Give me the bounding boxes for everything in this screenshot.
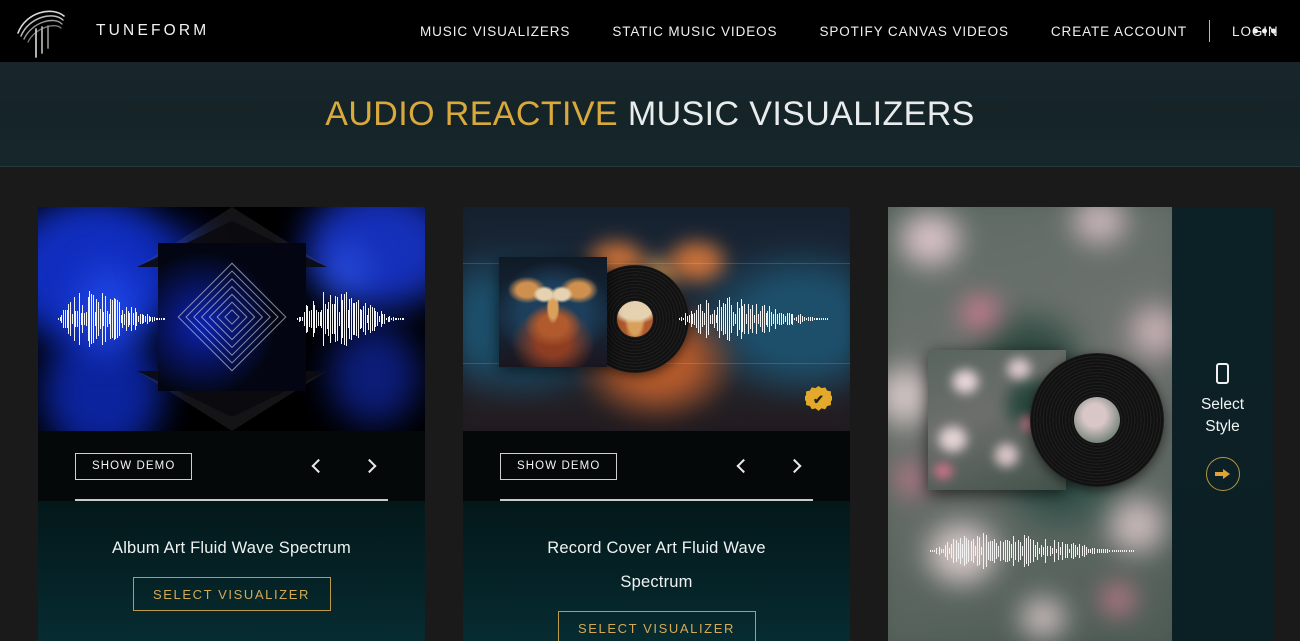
- hero-banner: AUDIO REACTIVE MUSIC VISUALIZERS: [0, 62, 1300, 167]
- waveform-right: [297, 289, 405, 349]
- more-dot-3: [1271, 28, 1276, 34]
- tuneform-waveform-logo-icon: [12, 3, 70, 59]
- vinyl-record-icon: [1030, 353, 1164, 487]
- mobile-phone-icon: [1216, 363, 1229, 384]
- visualizer-card[interactable]: SHOW DEMO Album Art Fluid Wave Spectrum …: [38, 207, 425, 641]
- artwork-blue-abstract: [38, 207, 425, 431]
- card-artwork-album-art-fluid-wave-spectrum: [38, 207, 425, 431]
- select-visualizer-button[interactable]: SELECT VISUALIZER: [132, 577, 331, 611]
- nav-divider: [1209, 20, 1211, 42]
- visualizer-card[interactable]: [888, 207, 1173, 641]
- select-style-label: Select Style: [1201, 394, 1244, 438]
- nav-item-music-visualizers[interactable]: MUSIC VISUALIZERS: [420, 24, 570, 39]
- card-info: Record Cover Art Fluid Wave Spectrum SEL…: [463, 501, 850, 641]
- brand-logo[interactable]: TUNEFORM: [0, 3, 209, 59]
- artwork-owl-record: ✔: [463, 207, 850, 431]
- waveform: [679, 296, 829, 342]
- primary-nav: MUSIC VISUALIZERS STATIC MUSIC VIDEOS SP…: [420, 0, 1279, 62]
- select-visualizer-button[interactable]: SELECT VISUALIZER: [557, 611, 756, 641]
- card-artwork-floral-vertical: [888, 207, 1173, 641]
- card-artwork-record-cover-art-fluid-wave-spectrum: ✔: [463, 207, 850, 431]
- more-dot-1: [1253, 28, 1258, 34]
- card-demo-bar: SHOW DEMO: [38, 431, 425, 501]
- chevron-left-icon[interactable]: [309, 457, 325, 475]
- brand-name: TUNEFORM: [96, 22, 210, 39]
- nav-item-static-music-videos[interactable]: STATIC MUSIC VIDEOS: [612, 24, 777, 39]
- waveform: [930, 532, 1135, 570]
- chevron-right-icon[interactable]: [363, 457, 379, 475]
- card-demo-bar: SHOW DEMO: [463, 431, 850, 501]
- waveform-left: [58, 289, 166, 349]
- page-title-plain: MUSIC VISUALIZERS: [618, 94, 975, 133]
- artwork-center-square: [157, 243, 306, 391]
- card-title: Album Art Fluid Wave Spectrum: [111, 539, 351, 557]
- more-horizontal-icon[interactable]: [1245, 21, 1284, 42]
- chevron-left-icon[interactable]: [734, 457, 750, 475]
- visualizer-card[interactable]: ✔ SHOW DEMO Record Cover Art Fluid Wave …: [463, 207, 850, 641]
- select-style-line2: Style: [1205, 418, 1240, 435]
- arrow-right-glyph: [1215, 468, 1230, 480]
- card-carousel-controls: [734, 457, 804, 475]
- card-carousel-controls: [309, 457, 379, 475]
- arrow-right-circle-icon[interactable]: [1205, 457, 1240, 491]
- select-style-line1: Select: [1200, 396, 1245, 413]
- page-title: AUDIO REACTIVE MUSIC VISUALIZERS: [325, 95, 974, 134]
- album-sleeve: [499, 257, 607, 367]
- show-demo-button[interactable]: SHOW DEMO: [75, 452, 193, 480]
- card-title: Record Cover Art Fluid Wave Spectrum: [547, 539, 766, 591]
- nav-item-spotify-canvas-videos[interactable]: SPOTIFY CANVAS VIDEOS: [819, 24, 1008, 39]
- card-info: Album Art Fluid Wave Spectrum SELECT VIS…: [38, 501, 425, 641]
- page-title-accent: AUDIO REACTIVE: [325, 94, 619, 133]
- visualizer-gallery: SHOW DEMO Album Art Fluid Wave Spectrum …: [0, 168, 1300, 641]
- more-dot-2: [1262, 28, 1267, 34]
- chevron-right-icon[interactable]: [788, 457, 804, 475]
- top-navigation-bar: TUNEFORM MUSIC VISUALIZERS STATIC MUSIC …: [0, 0, 1300, 62]
- nav-item-create-account[interactable]: CREATE ACCOUNT: [1051, 24, 1187, 39]
- show-demo-button[interactable]: SHOW DEMO: [500, 452, 618, 480]
- select-style-panel: Select Style: [1172, 207, 1273, 641]
